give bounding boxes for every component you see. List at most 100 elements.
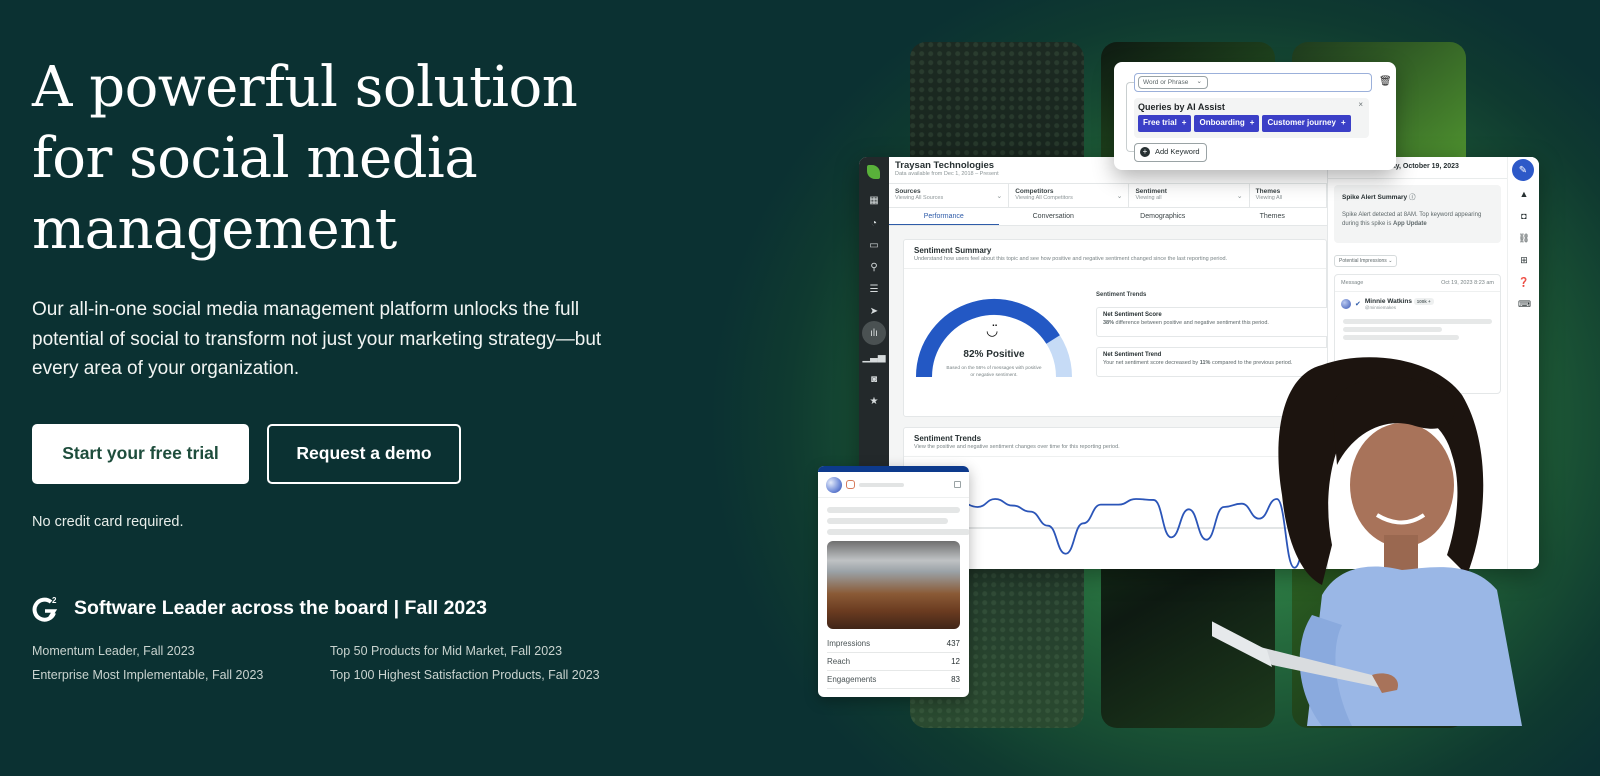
text-placeholder xyxy=(1343,319,1492,324)
trends-heading: Sentiment Trends xyxy=(1096,292,1147,298)
suggestion-chips: Free trial + Onboarding + Customer journey… xyxy=(1138,115,1351,132)
stat-value: 12 xyxy=(951,657,960,666)
connector-line xyxy=(1126,82,1134,152)
gauge-note: Based on the 56% of messages with positi… xyxy=(946,366,1042,378)
hero-section: A powerful solution for social media man… xyxy=(32,52,652,530)
tag-icon[interactable]: ◘ xyxy=(1518,211,1530,221)
tab-themes[interactable]: Themes xyxy=(1218,208,1328,225)
chip-label: Onboarding xyxy=(1199,118,1245,127)
stat-reach: Reach 12 xyxy=(827,653,960,671)
metric-select[interactable]: Potential Impressions ⌄ xyxy=(1334,255,1398,267)
close-icon[interactable]: × xyxy=(1358,100,1363,109)
chevron-down-icon: ⌄ xyxy=(1236,193,1243,200)
sprout-logo-icon xyxy=(867,165,880,179)
reports-icon[interactable]: ▁▃▅ xyxy=(862,349,885,365)
message-header: Message Oct 19, 2023 8:23 am xyxy=(1335,275,1500,292)
stat-engagements: Engagements 83 xyxy=(827,671,960,689)
filter-themes[interactable]: Themes Viewing All xyxy=(1250,184,1327,207)
alert-icon[interactable]: ▲ xyxy=(1518,189,1530,199)
spike-alert-summary: Spike Alert Summary ⓘ Spike Alert detect… xyxy=(1334,185,1501,243)
trash-icon[interactable]: 🗑 xyxy=(1379,76,1392,87)
chevron-down-icon: ⌄ xyxy=(1116,193,1123,200)
match-type-value: Word or Phrase xyxy=(1143,79,1189,86)
gauge-icon[interactable]: ◔ xyxy=(866,215,882,231)
author-handle: @minniemakes xyxy=(1364,305,1396,310)
spike-title-text: Spike Alert Summary xyxy=(1342,194,1408,201)
filter-value: Viewing all xyxy=(1135,195,1162,201)
chevron-down-icon: ⌄ xyxy=(996,193,1003,200)
awards-header: 2 Software Leader across the board | Fal… xyxy=(32,594,487,622)
name-placeholder xyxy=(859,482,904,487)
twitter-icon: ✔ xyxy=(1355,301,1361,308)
tab-conversation[interactable]: Conversation xyxy=(999,208,1109,225)
plus-icon: + xyxy=(1249,118,1255,127)
star-icon[interactable]: ★ xyxy=(866,393,882,409)
add-keyword-button[interactable]: + Add Keyword xyxy=(1134,143,1207,162)
pin-icon[interactable]: ⚲ xyxy=(866,259,882,275)
hero-subtext: Our all-in-one social media management p… xyxy=(32,299,602,379)
send-icon[interactable]: ➤ xyxy=(866,303,882,319)
keyword-input[interactable]: Word or Phrase ⌄ xyxy=(1134,73,1372,92)
listening-icon[interactable]: ılı xyxy=(862,321,886,345)
person-with-laptop-photo xyxy=(1212,357,1522,726)
award-item: Top 50 Products for Mid Market, Fall 202… xyxy=(330,644,563,658)
stat-label: Reach xyxy=(827,657,851,666)
filter-sentiment[interactable]: Sentiment Viewing all ⌄ xyxy=(1129,184,1250,207)
tab-bar: Performance Conversation Demographics Th… xyxy=(889,208,1327,226)
stat-label: Engagements xyxy=(827,675,877,684)
chip-label: Free trial xyxy=(1143,118,1177,127)
headline-line: management xyxy=(32,197,397,262)
plus-icon: + xyxy=(1181,118,1187,127)
add-keyword-label: Add Keyword xyxy=(1155,147,1200,156)
filter-value: Viewing All xyxy=(1255,195,1283,201)
compose-button[interactable]: ✎ xyxy=(1512,159,1534,181)
spike-description: Spike Alert detected at 8AM. Top keyword… xyxy=(1342,211,1493,229)
net-trend-value: 11% xyxy=(1199,360,1211,366)
award-item: Enterprise Most Implementable, Fall 2023 xyxy=(32,668,264,682)
inbox-icon[interactable]: ▭ xyxy=(866,237,882,253)
filter-sources[interactable]: Sources Viewing All Sources ⌄ xyxy=(889,184,1010,207)
card-title: Sentiment Summary xyxy=(914,246,992,255)
add-icon[interactable]: ⊞ xyxy=(1518,255,1530,266)
keyword-builder-popup: Word or Phrase ⌄ 🗑 Queries by AI Assist ×… xyxy=(1114,62,1396,170)
message-author[interactable]: ✔ Minnie Watkins 100k + @minniemakes xyxy=(1335,292,1500,316)
social-post-card: Impressions 437 Reach 12 Engagements 83 xyxy=(818,466,969,697)
plus-icon: + xyxy=(1340,118,1346,127)
filter-bar: Sources Viewing All Sources ⌄ Competitor… xyxy=(889,183,1327,208)
bot-icon[interactable]: ◙ xyxy=(866,371,882,387)
help-icon[interactable]: ❓ xyxy=(1518,277,1530,288)
chip-customer-journey[interactable]: Customer journey + xyxy=(1262,115,1351,132)
awards-title: Software Leader across the board | Fall … xyxy=(74,596,487,619)
info-icon: ⓘ xyxy=(1408,194,1416,201)
filter-value: Viewing All Sources xyxy=(895,195,944,201)
post-image xyxy=(827,541,960,629)
award-item: Top 100 Highest Satisfaction Products, F… xyxy=(330,668,600,682)
text-placeholder xyxy=(1343,327,1442,332)
filter-value: Viewing All Competitors xyxy=(1015,195,1073,201)
message-column-label: Message xyxy=(1341,280,1364,286)
hero-headline: A powerful solution for social media man… xyxy=(32,52,652,265)
headline-line: for social media xyxy=(32,126,478,191)
ai-assist-title: Queries by AI Assist xyxy=(1138,102,1225,112)
stat-value: 437 xyxy=(946,639,960,648)
metric-select-value: Potential Impressions xyxy=(1339,258,1387,264)
tab-performance[interactable]: Performance xyxy=(889,208,999,225)
request-demo-button[interactable]: Request a demo xyxy=(267,423,461,484)
text-placeholder xyxy=(1343,335,1459,340)
select-checkbox[interactable] xyxy=(954,481,961,488)
tab-demographics[interactable]: Demographics xyxy=(1108,208,1218,225)
link-icon[interactable]: ⛓ xyxy=(1518,233,1530,244)
start-free-trial-button[interactable]: Start your free trial xyxy=(32,423,249,484)
no-credit-card-note: No credit card required. xyxy=(32,513,184,530)
stat-value: 83 xyxy=(951,675,960,684)
net-trend-text: Your net sentiment score decreased by xyxy=(1103,360,1200,366)
chip-onboarding[interactable]: Onboarding + xyxy=(1194,115,1260,132)
stat-label: Impressions xyxy=(827,639,871,648)
match-type-select[interactable]: Word or Phrase ⌄ xyxy=(1138,76,1208,89)
message-time: Oct 19, 2023 8:23 am xyxy=(1441,280,1494,286)
list-icon[interactable]: ☰ xyxy=(866,281,882,297)
folder-icon[interactable]: ▦ xyxy=(866,192,882,208)
chip-free-trial[interactable]: Free trial + xyxy=(1138,115,1192,132)
filter-competitors[interactable]: Competitors Viewing All Competitors ⌄ xyxy=(1009,184,1130,207)
keyboard-icon[interactable]: ⌨ xyxy=(1518,299,1531,310)
